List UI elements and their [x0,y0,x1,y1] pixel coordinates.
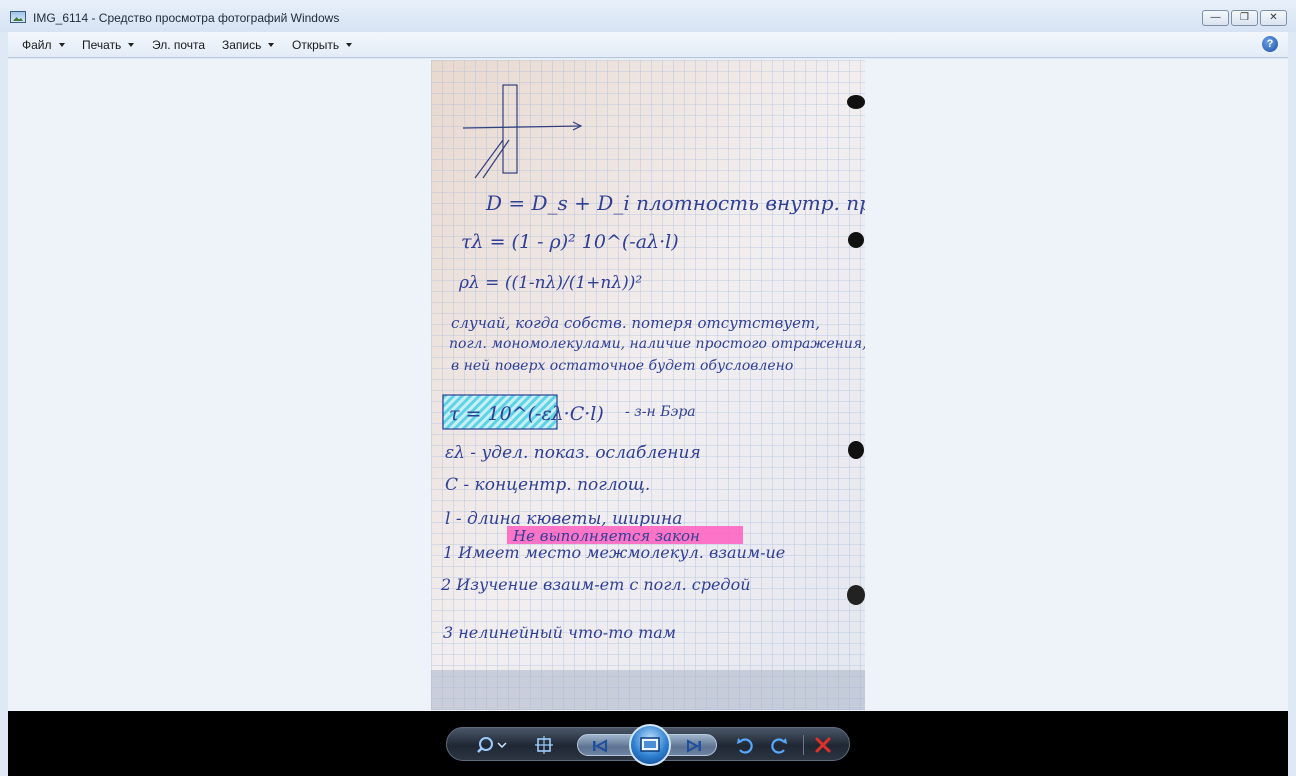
menu-email-label: Эл. почта [152,38,206,52]
note-formula-note: - з-н Бэра [625,404,696,420]
photo-notebook-page: D = D_s + D_i плотность внутр. пропуск. … [431,60,865,710]
slideshow-icon [640,737,660,752]
window-title: IMG_6114 - Средство просмотра фотографий… [33,11,340,25]
photo-viewer-app-icon [10,11,26,23]
chevron-down-icon [268,43,275,47]
minimize-icon: — [1210,12,1221,23]
next-icon [687,739,701,753]
note-para-3: в ней поверх остаточное будет обусловлен… [451,358,793,374]
title-bar[interactable]: IMG_6114 - Средство просмотра фотографий… [0,0,1296,32]
menu-file[interactable]: Файл [22,38,65,52]
menu-open[interactable]: Открыть [292,38,353,52]
note-para-1: случай, когда собств. потеря отсутствует… [451,314,820,332]
note-item-2: 2 Изучение взаим-ет с погл. средой [440,575,751,594]
next-button[interactable] [684,737,704,755]
notebook-photo: D = D_s + D_i плотность внутр. пропуск. … [431,60,865,710]
note-line-1: D = D_s + D_i плотность внутр. пропуск. [485,191,865,215]
restore-icon: ❐ [1240,12,1249,23]
image-viewport[interactable]: D = D_s + D_i плотность внутр. пропуск. … [8,59,1288,711]
chevron-down-icon [58,43,65,47]
window-controls: — ❐ ✕ [1202,10,1287,26]
menu-bar: Файл Печать Эл. почта Запись Открыть ? [8,32,1288,58]
delete-icon [815,737,831,753]
control-pill [446,724,850,766]
menu-print[interactable]: Печать [82,38,135,52]
note-formula: τ = 10^(-ελ·C·l) [449,403,604,425]
rotate-right-button[interactable] [769,736,789,754]
actual-size-icon [535,736,553,754]
restore-button[interactable]: ❐ [1231,10,1258,26]
rotate-right-icon [771,738,787,754]
zoom-button[interactable] [475,736,511,754]
rotate-left-button[interactable] [735,736,755,754]
menu-burn-label: Запись [222,38,262,52]
menu-print-label: Печать [82,38,122,52]
note-line-3: ρλ = ((1-nλ)/(1+nλ))² [458,273,642,293]
delete-button[interactable] [813,736,833,754]
previous-button[interactable] [590,737,610,755]
note-def-1: ελ - удел. показ. ослабления [445,443,701,463]
chevron-down-icon [346,43,353,47]
menu-email[interactable]: Эл. почта [152,38,205,52]
close-icon: ✕ [1269,12,1278,23]
bottom-toolbar [8,711,1288,776]
previous-icon [593,739,607,753]
menu-file-label: Файл [22,38,52,52]
note-para-2: погл. мономолекулами, наличие простого о… [449,336,865,352]
toolbar-separator [803,735,804,755]
close-button[interactable]: ✕ [1260,10,1287,26]
help-icon[interactable]: ? [1262,36,1278,52]
note-item-1: 1 Имеет место межмолекул. взаим-ие [443,543,785,562]
note-def-2: C - концентр. поглощ. [445,475,650,495]
note-line-2: τλ = (1 - ρ)² 10^(-aλ·l) [461,231,679,253]
zoom-icon [477,737,507,753]
chevron-down-icon [128,43,135,47]
slideshow-button[interactable] [629,724,671,766]
photo-viewer-window: IMG_6114 - Средство просмотра фотографий… [0,0,1296,776]
menu-open-label: Открыть [292,38,340,52]
note-item-3: 3 нелинейный что-то там [443,623,676,642]
menu-burn[interactable]: Запись [222,38,275,52]
minimize-button[interactable]: — [1202,10,1229,26]
rotate-left-icon [737,738,753,754]
actual-size-button[interactable] [533,736,555,754]
